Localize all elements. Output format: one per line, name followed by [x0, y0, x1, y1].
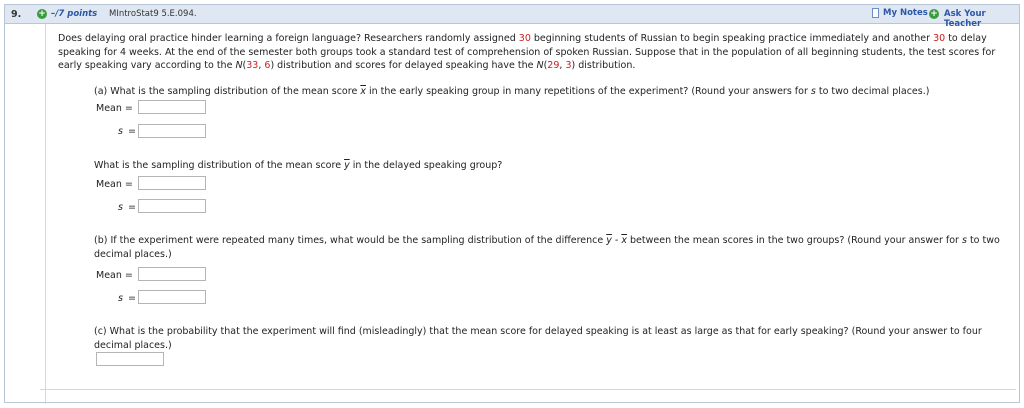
part-b-text-2: between the mean scores in the two group… [626, 235, 962, 246]
question-source: MIntroStat9 5.E.094. [109, 9, 197, 19]
question-header: 9. + –/7 points MIntroStat9 5.E.094. My … [5, 5, 1019, 29]
part-b-mean-input[interactable] [138, 267, 206, 281]
my-notes-label: My Notes [883, 8, 928, 18]
part-a-s-equals: = [128, 126, 136, 137]
part-b-mean-label: Mean = [96, 270, 133, 281]
question-intro: Does delaying oral practice hinder learn… [58, 32, 1008, 73]
part-c-question: (c) What is the probability that the exp… [94, 326, 982, 351]
ask-teacher-plus-icon[interactable]: + [929, 9, 939, 19]
part-b-s-equals: = [128, 293, 136, 304]
part-c-probability-input[interactable] [96, 352, 164, 366]
part-a2-text-1: What is the sampling distribution of the… [94, 160, 345, 171]
part-a-s-input[interactable] [138, 124, 206, 138]
part-a2-mean-input[interactable] [138, 176, 206, 190]
question-number: 9. [11, 9, 22, 20]
note-icon [872, 8, 879, 18]
part-a-text-1: (a) What is the sampling distribution of… [94, 86, 361, 97]
intro-text-1: Does delaying oral practice hinder learn… [58, 33, 519, 44]
expand-plus-icon[interactable]: + [37, 9, 47, 19]
part-a2-question: What is the sampling distribution of the… [94, 159, 1009, 173]
part-b-s-input[interactable] [138, 290, 206, 304]
intro-n1: 30 [518, 33, 531, 44]
part-a2-text-2: in the delayed speaking group? [349, 160, 503, 171]
intro-mu2: 29 [547, 60, 560, 71]
part-a-s-label: s [118, 126, 123, 137]
part-a2-s-input[interactable] [138, 199, 206, 213]
part-a2-mean-label: Mean = [96, 179, 133, 190]
part-b-question: (b) If the experiment were repeated many… [94, 234, 1009, 261]
part-b-text-1: (b) If the experiment were repeated many… [94, 235, 607, 246]
my-notes-button[interactable]: My Notes [872, 8, 928, 18]
intro-normal-2: N [536, 60, 544, 71]
intro-mu1: 33 [246, 60, 259, 71]
intro-text-2: beginning students of Russian to begin s… [530, 33, 934, 44]
divider [40, 389, 1016, 390]
part-a-text-2: in the early speaking group in many repe… [365, 86, 811, 97]
minus-symbol: - [611, 235, 622, 246]
part-a-text-3: to two decimal places.) [815, 86, 930, 97]
points-label: –/7 points [51, 9, 98, 19]
question-content: Does delaying oral practice hinder learn… [45, 24, 1021, 404]
part-a2-s-equals: = [128, 202, 136, 213]
part-a-question: (a) What is the sampling distribution of… [94, 85, 1009, 99]
part-a2-s-label: s [118, 202, 123, 213]
part-a-mean-label: Mean = [96, 103, 133, 114]
intro-n2: 30 [933, 33, 946, 44]
intro-text-4: ) distribution and scores for delayed sp… [270, 60, 537, 71]
question-panel: 9. + –/7 points MIntroStat9 5.E.094. My … [4, 4, 1021, 404]
part-b-s-label: s [118, 293, 123, 304]
intro-normal-1: N [235, 60, 243, 71]
intro-text-5: ) distribution. [571, 60, 636, 71]
part-a-mean-input[interactable] [138, 100, 206, 114]
